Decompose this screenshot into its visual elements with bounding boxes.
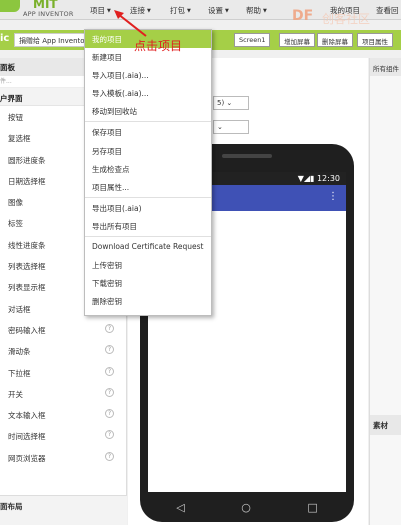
menu-separator (85, 121, 211, 123)
palette-item[interactable]: 密码输入框? (0, 319, 126, 340)
menu-item[interactable]: 上传密钥 (85, 256, 211, 274)
palette-item[interactable]: 网页浏览器? (0, 447, 126, 468)
menu-project[interactable]: 项目 ▼ (90, 5, 111, 16)
logo-subtitle: APP INVENTOR (23, 10, 74, 18)
watermark-logo: DF (292, 8, 314, 24)
components-header: 所有组件 (370, 58, 401, 76)
menu-help[interactable]: 帮助 ▼ (246, 5, 267, 16)
palette-item-label: 文本输入框 (8, 411, 46, 421)
add-screen-button[interactable]: 增加屏幕 (279, 33, 315, 47)
menu-item[interactable]: 下载密钥 (85, 274, 211, 292)
caret-down-icon: ▼ (107, 8, 111, 14)
palette-item-label: 密码输入框 (8, 325, 46, 335)
palette-item-label: 时间选择框 (8, 432, 46, 442)
help-icon[interactable]: ? (105, 451, 114, 461)
menu-build[interactable]: 打包 ▼ (170, 5, 191, 16)
palette-item[interactable]: 滑动条? (0, 340, 126, 361)
home-icon: ○ (241, 500, 251, 514)
palette-item-label: 网页浏览器 (8, 453, 46, 463)
media-header: 素材 (370, 415, 401, 435)
palette-item-label: 按钮 (8, 113, 23, 122)
phone-nav-bar: ◁ ○ □ (148, 494, 346, 520)
menu-item[interactable]: 导入模板(.aia)... (85, 84, 211, 102)
menu-item[interactable]: 保存项目 (85, 123, 211, 141)
palette-item-label: 标签 (8, 219, 23, 229)
palette-item-label: 日期选择框 (8, 176, 46, 186)
chevron-down-icon: ⌄ (217, 123, 223, 131)
project-dropdown-menu: 我的项目 新建项目 导入项目(.aia)... 导入模板(.aia)... 移动到回收站… (84, 29, 212, 316)
palette-item-label: 复选框 (8, 134, 31, 144)
chevron-down-icon: ⌄ (226, 99, 233, 107)
top-bar: MIT APP INVENTOR 项目 ▼ 连接 ▼ 打包 ▼ 设置 ▼ 帮助 ▼ 我的项… (0, 0, 401, 26)
palette-item-label: 图像 (8, 198, 23, 208)
palette-item-label: 线性进度条 (8, 240, 46, 250)
palette-item[interactable]: 下拉框? (0, 362, 126, 383)
caret-down-icon: ▼ (263, 8, 267, 14)
logo-mark-icon (0, 0, 20, 12)
menu-item[interactable]: 生成检查点 (85, 160, 211, 178)
watermark-text: 创客社区 (322, 12, 371, 26)
project-title-fragment: ic (0, 33, 10, 44)
palette-item[interactable]: 开关? (0, 383, 126, 404)
palette-item[interactable]: 文本输入框? (0, 404, 126, 425)
help-icon[interactable]: ? (105, 345, 114, 355)
menu-item[interactable]: 导出所有项目 (85, 217, 211, 235)
palette-item-label: 对话框 (8, 304, 31, 314)
help-icon[interactable]: ? (105, 430, 114, 440)
help-icon[interactable]: ? (105, 387, 114, 397)
overflow-menu-icon: ⋮ (328, 191, 338, 202)
red-arrow-icon (114, 10, 147, 37)
status-time: 12:30 (316, 174, 340, 183)
back-icon: ◁ (176, 500, 185, 514)
palette-item-label: 列表选择框 (8, 262, 46, 272)
menu-item[interactable]: 导出项目(.aia) (85, 199, 211, 217)
menu-item[interactable]: 导入项目(.aia)... (85, 66, 211, 84)
device-size-select[interactable]: 5) ⌄ (213, 96, 249, 110)
caret-down-icon: ▼ (225, 8, 229, 14)
menu-separator (85, 236, 211, 238)
caret-down-icon: ▼ (187, 8, 191, 14)
menu-item[interactable]: 删除密钥 (85, 292, 211, 310)
menu-item[interactable]: 项目属性... (85, 178, 211, 196)
view-trash-link[interactable]: 查看回 (376, 5, 399, 16)
menu-settings[interactable]: 设置 ▼ (208, 5, 229, 16)
palette-item-label: 列表显示框 (8, 283, 46, 293)
recents-icon: □ (307, 500, 318, 514)
phone-speaker (222, 154, 272, 158)
palette-item-label: 下拉框 (8, 368, 31, 378)
palette-item[interactable]: 时间选择框? (0, 425, 126, 446)
palette-item-label: 滑动条 (8, 347, 31, 357)
menu-item[interactable]: Download Certificate Request (85, 238, 211, 256)
annotation-text: 点击项目 (134, 39, 183, 53)
palette-category-layout[interactable]: 面布局 (0, 495, 127, 525)
project-name-box: 捐赠给 App Inventor (14, 33, 93, 47)
help-icon[interactable]: ? (105, 323, 114, 333)
app-inventor-logo[interactable]: MIT APP INVENTOR (0, 0, 80, 20)
menu-separator (85, 196, 211, 198)
theme-select[interactable]: ⌄ (213, 120, 249, 134)
palette-item-label: 圆形进度条 (8, 155, 46, 165)
components-panel: 所有组件 素材 (369, 58, 401, 525)
menu-item[interactable]: 移动到回收站 (85, 102, 211, 120)
project-properties-button[interactable]: 项目属性 (357, 33, 393, 47)
remove-screen-button[interactable]: 删除屏幕 (317, 33, 353, 47)
screen-select-button[interactable]: Screen1 (234, 33, 271, 47)
palette-item-label: 开关 (8, 389, 23, 399)
help-icon[interactable]: ? (105, 409, 114, 419)
menu-item[interactable]: 另存项目 (85, 142, 211, 160)
help-icon[interactable]: ? (105, 366, 114, 376)
